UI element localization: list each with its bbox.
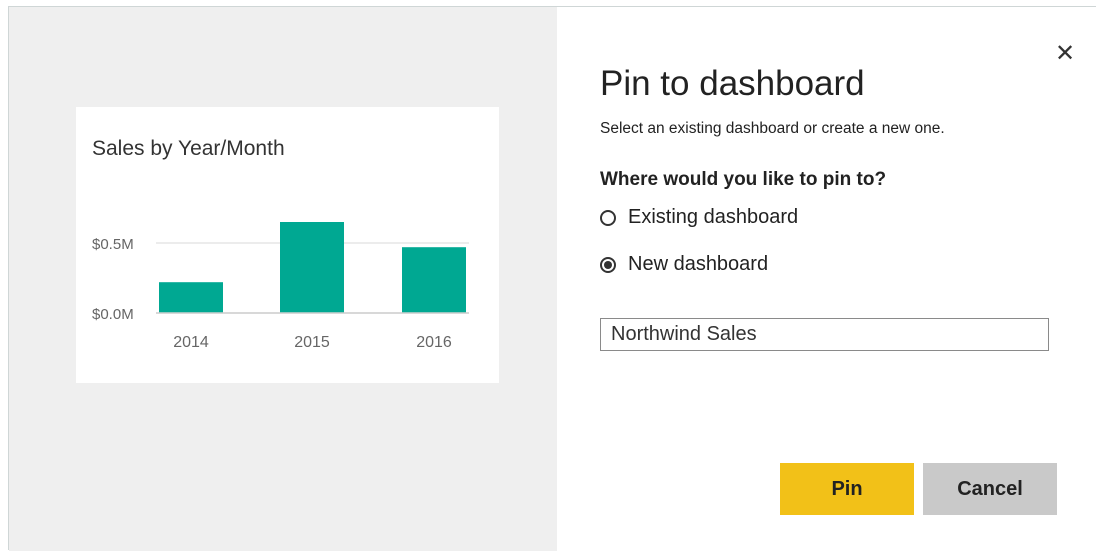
pin-target-question: Where would you like to pin to? bbox=[600, 169, 887, 190]
bar bbox=[159, 282, 223, 313]
dashboard-name-input[interactable] bbox=[600, 318, 1049, 351]
cancel-button[interactable]: Cancel bbox=[923, 463, 1057, 515]
bar bbox=[402, 247, 466, 313]
visual-tile: Sales by Year/Month $0.0M $0.5M 2014 2015 20… bbox=[76, 107, 499, 383]
bar bbox=[280, 222, 344, 313]
new-dashboard-label: New dashboard bbox=[628, 253, 769, 275]
sales-bar-chart: $0.0M $0.5M 2014 2015 2016 bbox=[92, 222, 469, 351]
new-dashboard-radio[interactable] bbox=[600, 256, 616, 273]
x-tick-label: 2016 bbox=[416, 334, 452, 351]
new-dashboard-option[interactable]: New dashboard bbox=[600, 253, 768, 276]
x-tick-label: 2015 bbox=[294, 334, 330, 351]
pin-dialog: Sales by Year/Month $0.0M $0.5M 2014 2015 20… bbox=[8, 6, 1097, 551]
y-tick-label: $0.0M bbox=[92, 306, 134, 323]
existing-dashboard-label: Existing dashboard bbox=[628, 206, 799, 228]
pin-button[interactable]: Pin bbox=[780, 463, 914, 515]
dialog-subtitle: Select an existing dashboard or create a… bbox=[600, 120, 945, 137]
dialog-title: Pin to dashboard bbox=[600, 64, 865, 103]
close-icon[interactable]: ✕ bbox=[1052, 41, 1078, 67]
settings-pane: ✕ Pin to dashboard Select an existing da… bbox=[557, 7, 1097, 551]
existing-dashboard-radio[interactable] bbox=[600, 209, 616, 226]
x-tick-label: 2014 bbox=[173, 334, 209, 351]
existing-dashboard-option[interactable]: Existing dashboard bbox=[600, 206, 798, 229]
preview-pane: Sales by Year/Month $0.0M $0.5M 2014 2015 20… bbox=[9, 7, 557, 551]
y-tick-label: $0.5M bbox=[92, 236, 134, 253]
